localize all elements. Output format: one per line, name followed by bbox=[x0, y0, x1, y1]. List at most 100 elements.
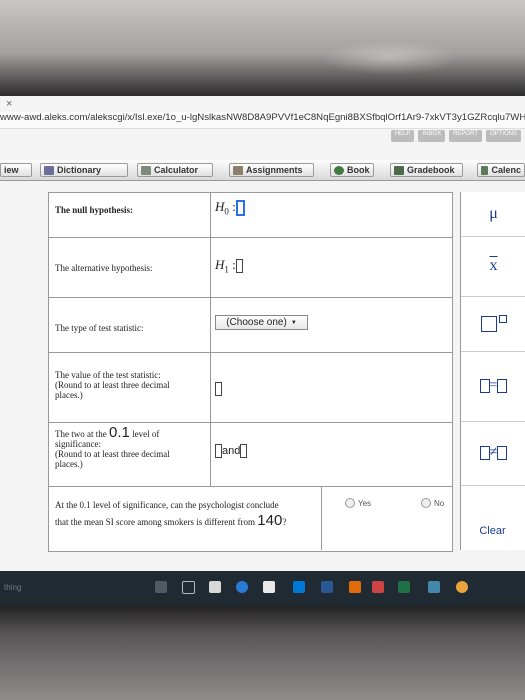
e-book-icon bbox=[334, 165, 344, 175]
calendar-icon bbox=[481, 165, 489, 175]
column-divider bbox=[210, 422, 211, 486]
label-line: The two at the 0.1 level of bbox=[55, 425, 170, 440]
radio-circle bbox=[345, 498, 355, 508]
superscript-icon bbox=[498, 314, 507, 323]
equals-icon bbox=[479, 379, 490, 393]
inbox-link[interactable]: INBOX bbox=[418, 130, 446, 142]
test-statistic-value-row: The value of the test statistic: (Round … bbox=[49, 352, 452, 423]
not-equals-icon bbox=[479, 446, 490, 460]
h-symbol: H bbox=[215, 257, 225, 272]
conclusion-row: At the 0.1 level of significance, can th… bbox=[49, 486, 452, 550]
chrome-icon[interactable] bbox=[456, 581, 468, 593]
alternative-hypothesis-label: The alternative hypothesis: bbox=[55, 263, 153, 273]
critical-value-upper-input[interactable] bbox=[240, 444, 248, 458]
powerpoint-icon[interactable] bbox=[349, 581, 361, 593]
not-equals-button[interactable]: ≠ bbox=[461, 421, 525, 486]
dictionary-label: Dictionary bbox=[57, 165, 102, 175]
calendar-label: Calenc bbox=[491, 165, 521, 175]
xbar-symbol: x bbox=[489, 257, 498, 274]
top-links: HELP INBOX REPORT OPTIONS bbox=[390, 130, 521, 142]
toolbar-book-button[interactable]: Book bbox=[330, 163, 374, 177]
label-line: places.) bbox=[55, 459, 83, 469]
xbar-symbol-button[interactable]: x bbox=[461, 236, 525, 297]
report-link[interactable]: REPORT bbox=[449, 130, 482, 142]
no-radio[interactable]: No bbox=[421, 498, 444, 508]
column-divider bbox=[210, 237, 211, 297]
aleks-toolbar: iew Dictionary Calculator Assignments Bo… bbox=[0, 160, 525, 181]
equals-button[interactable]: = bbox=[461, 351, 525, 422]
glare bbox=[320, 40, 460, 75]
store-bag-icon[interactable] bbox=[263, 581, 275, 593]
screen: × www-awd.aleks.com/alekscgi/x/Isl.exe/1… bbox=[0, 96, 525, 606]
task-view-icon[interactable] bbox=[182, 581, 195, 594]
h1-subscript: 1 bbox=[224, 264, 229, 275]
label-line: that the mean SI score among smokers is … bbox=[55, 513, 286, 530]
toolbar-dictionary-button[interactable]: Dictionary bbox=[40, 163, 128, 177]
app-icon[interactable] bbox=[293, 581, 305, 593]
conclusion-label: At the 0.1 level of significance, can th… bbox=[55, 498, 286, 530]
column-divider bbox=[321, 486, 322, 550]
toolbar-gradebook-button[interactable]: Gradebook bbox=[390, 163, 463, 177]
alternative-hypothesis-input[interactable] bbox=[235, 259, 243, 274]
alternative-hypothesis-row: The alternative hypothesis: H1 : bbox=[49, 237, 452, 298]
pencil-icon bbox=[233, 165, 243, 175]
null-hypothesis-label: The null hypothesis: bbox=[55, 205, 134, 215]
yes-radio[interactable]: Yes bbox=[345, 498, 371, 508]
test-statistic-type-row: The type of test statistic: (Choose one)… bbox=[49, 297, 452, 353]
symbol-palette: μ x = ≠ bbox=[460, 192, 525, 550]
windows-taskbar: thing bbox=[0, 571, 525, 606]
microphone-icon[interactable] bbox=[155, 581, 167, 593]
critical-value-lower-input[interactable] bbox=[215, 444, 222, 458]
label-text: The two at the bbox=[55, 429, 107, 439]
store-icon[interactable] bbox=[209, 581, 221, 593]
word-icon[interactable] bbox=[321, 581, 333, 593]
test-statistic-select[interactable]: (Choose one) ▼ bbox=[215, 315, 308, 330]
null-hypothesis-answer: H0 : bbox=[215, 199, 245, 217]
toolbar-calendar-button[interactable]: Calenc bbox=[477, 163, 525, 177]
not-equals-icon bbox=[497, 446, 508, 460]
test-statistic-value-input[interactable] bbox=[215, 382, 222, 397]
hypothesis-test-answer-table: The null hypothesis: H0 : The alternativ… bbox=[48, 192, 453, 552]
mu-symbol-button[interactable]: μ bbox=[461, 192, 525, 237]
options-link[interactable]: OPTIONS bbox=[485, 130, 521, 142]
superscript-icon bbox=[480, 315, 497, 332]
question-mark: ? bbox=[282, 517, 287, 527]
help-link[interactable]: HELP bbox=[390, 130, 415, 142]
superscript-button[interactable] bbox=[461, 296, 525, 352]
comparison-value: 140 bbox=[257, 512, 283, 529]
label-line: At the 0.1 level of significance, can th… bbox=[55, 500, 279, 510]
toolbar-calculator-button[interactable]: Calculator bbox=[137, 163, 213, 177]
null-hypothesis-input[interactable] bbox=[235, 200, 245, 217]
radio-circle bbox=[421, 498, 431, 508]
view-label: iew bbox=[4, 165, 19, 175]
app-icon[interactable] bbox=[428, 581, 440, 593]
app-icon[interactable] bbox=[372, 581, 384, 593]
toolbar-view-button[interactable]: iew bbox=[0, 163, 32, 177]
close-tab-button[interactable]: × bbox=[6, 98, 12, 110]
gradebook-label: Gradebook bbox=[407, 165, 455, 175]
null-hypothesis-row: The null hypothesis: H0 : bbox=[49, 193, 452, 238]
calculator-icon bbox=[141, 165, 151, 175]
label-text: that the mean SI score among smokers is … bbox=[55, 517, 256, 527]
calculator-label: Calculator bbox=[154, 165, 199, 175]
critical-values-label: The two at the 0.1 level of significance… bbox=[55, 425, 170, 469]
laptop-bezel-top bbox=[0, 0, 525, 96]
label-line: places.) bbox=[55, 390, 83, 400]
test-statistic-type-label: The type of test statistic: bbox=[55, 323, 144, 333]
critical-values-row: The two at the 0.1 level of significance… bbox=[49, 422, 452, 487]
edge-browser-icon[interactable] bbox=[236, 581, 248, 593]
alternative-hypothesis-answer: H1 : bbox=[215, 257, 243, 275]
no-label: No bbox=[434, 498, 445, 508]
laptop-bezel-bottom bbox=[0, 606, 525, 700]
address-bar[interactable]: www-awd.aleks.com/alekscgi/x/Isl.exe/1o_… bbox=[0, 112, 525, 129]
taskbar-search-hint[interactable]: thing bbox=[4, 583, 21, 592]
clear-button[interactable]: Clear bbox=[460, 521, 525, 541]
excel-icon[interactable] bbox=[398, 581, 410, 593]
book-label: Book bbox=[347, 165, 370, 175]
equals-icon bbox=[497, 379, 508, 393]
significance-level: 0.1 bbox=[108, 424, 130, 441]
mu-symbol: μ bbox=[489, 205, 498, 222]
column-divider bbox=[210, 193, 211, 237]
toolbar-assignments-button[interactable]: Assignments bbox=[229, 163, 314, 177]
label-text: level of bbox=[132, 429, 160, 439]
